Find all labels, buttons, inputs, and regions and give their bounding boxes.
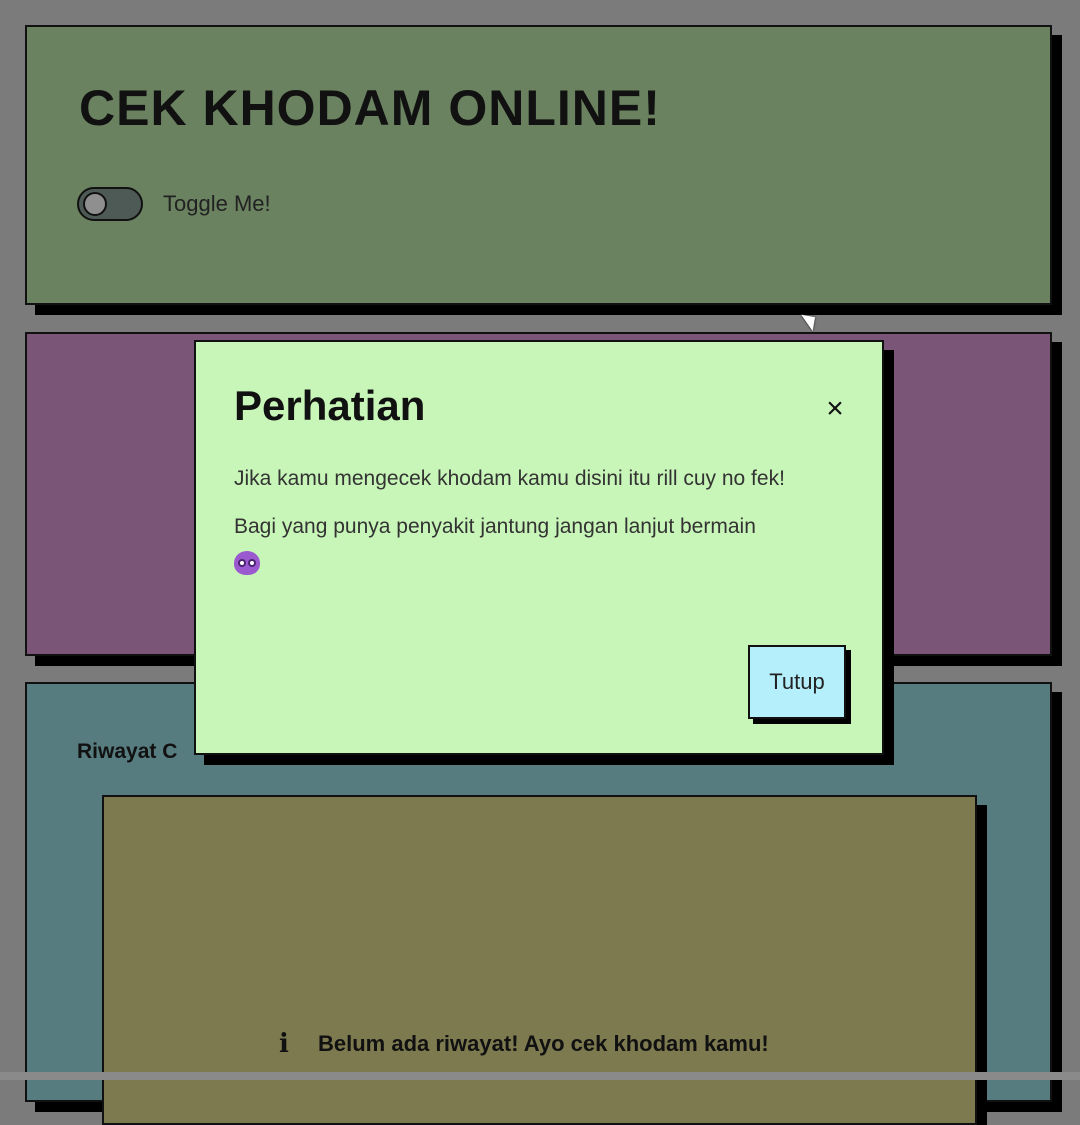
close-icon[interactable]: ×	[820, 394, 850, 424]
bottom-bar	[0, 1072, 1080, 1080]
warning-modal: Perhatian × Jika kamu mengecek khodam ka…	[194, 340, 884, 755]
toggle-row: Toggle Me!	[77, 187, 271, 221]
modal-paragraph-2: Bagi yang punya penyakit jantung jangan …	[234, 508, 854, 584]
modal-title: Perhatian	[234, 382, 426, 429]
history-empty-message: Belum ada riwayat! Ayo cek khodam kamu!	[318, 1031, 769, 1056]
header-card: CEK KHODAM ONLINE! Toggle Me!	[25, 25, 1052, 305]
info-icon: i	[279, 1029, 289, 1059]
history-title: Riwayat C	[77, 740, 178, 763]
page-title: CEK KHODAM ONLINE!	[79, 80, 661, 136]
modal-paragraph-2-text: Bagi yang punya penyakit jantung jangan …	[234, 515, 756, 538]
modal-paragraph-1: Jika kamu mengecek khodam kamu disini it…	[234, 467, 785, 490]
modal-body: Jika kamu mengecek khodam kamu disini it…	[234, 460, 854, 594]
theme-toggle[interactable]	[77, 187, 143, 221]
owl-emoji-icon	[234, 551, 260, 576]
history-empty-state: i Belum ada riwayat! Ayo cek khodam kamu…	[274, 1029, 769, 1059]
close-modal-button[interactable]: Tutup	[748, 645, 846, 719]
mouse-cursor-icon	[801, 308, 821, 332]
toggle-knob	[83, 192, 107, 216]
toggle-label: Toggle Me!	[163, 191, 271, 216]
